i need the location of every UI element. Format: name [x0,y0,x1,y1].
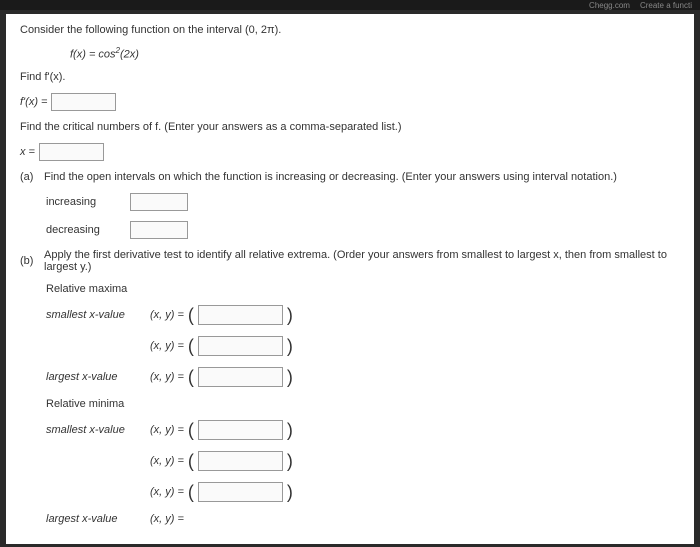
x-equals-label: x = [20,146,35,158]
maxima-smallest-label: smallest x-value [46,309,146,321]
increasing-label: increasing [46,196,126,208]
xy-label-3: (x, y) = [150,371,184,383]
minima-largest-label: largest x-value [46,513,146,525]
minima-mid2-input[interactable] [198,482,283,502]
part-b-label: (b) [20,255,44,267]
minima-smallest-input[interactable] [198,420,283,440]
increasing-input[interactable] [130,193,188,211]
part-a-label: (a) [20,171,44,183]
xy-label-1: (x, y) = [150,309,184,321]
decreasing-input[interactable] [130,221,188,239]
fprime-label: f'(x) = [20,96,47,108]
function-definition: f(x) = cos2(2x) [70,46,139,61]
fprime-input[interactable] [51,93,116,111]
xy-label-7: (x, y) = [150,513,184,525]
maxima-smallest-input[interactable] [198,305,283,325]
critical-numbers-input[interactable] [39,143,104,161]
xy-label-4: (x, y) = [150,424,184,436]
maxima-largest-input[interactable] [198,367,283,387]
find-derivative-prompt: Find f'(x). [20,71,66,83]
create-label: Create a functi [640,1,692,10]
browser-topbar: Chegg.com Create a functi [0,0,700,10]
problem-intro: Consider the following function on the i… [20,24,281,36]
part-b-text: Apply the first derivative test to ident… [44,249,680,273]
relative-maxima-heading: Relative maxima [46,283,127,295]
maxima-largest-label: largest x-value [46,371,146,383]
minima-mid1-input[interactable] [198,451,283,471]
chegg-label: Chegg.com [589,1,630,10]
decreasing-label: decreasing [46,224,126,236]
minima-smallest-label: smallest x-value [46,424,146,436]
part-a-text: Find the open intervals on which the fun… [44,171,680,183]
relative-minima-heading: Relative minima [46,398,124,410]
xy-label-6: (x, y) = [150,486,184,498]
find-critical-prompt: Find the critical numbers of f. (Enter y… [20,121,401,133]
xy-label-5: (x, y) = [150,455,184,467]
xy-label-2: (x, y) = [150,340,184,352]
maxima-mid-input[interactable] [198,336,283,356]
problem-page: Consider the following function on the i… [6,14,694,544]
